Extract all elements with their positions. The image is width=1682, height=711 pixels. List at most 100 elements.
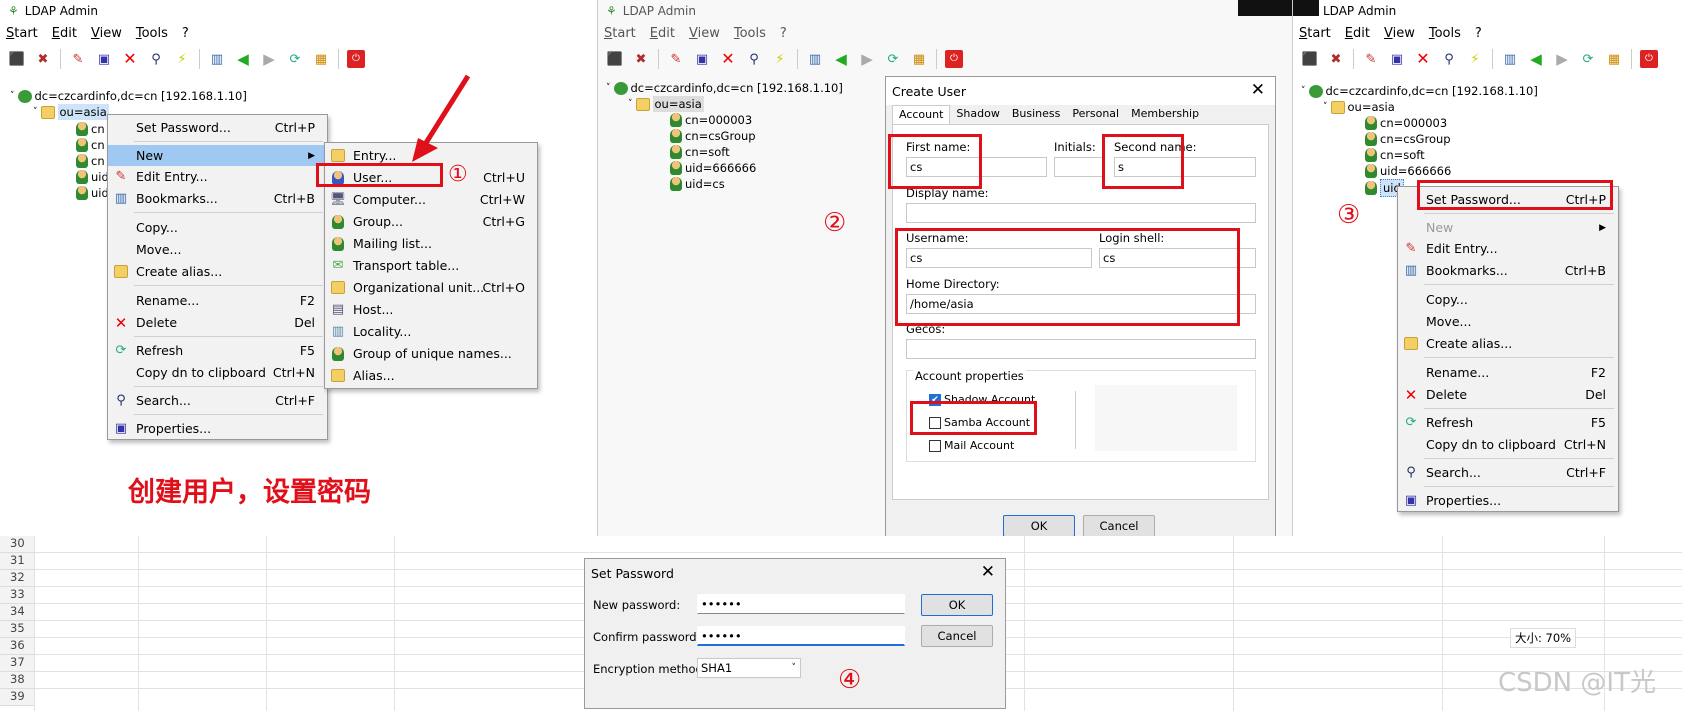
expand-icon[interactable]: ˅	[606, 80, 611, 96]
cancel-button[interactable]: Cancel	[1083, 515, 1155, 536]
cancel-button[interactable]: Cancel	[921, 625, 993, 647]
ok-button[interactable]: OK	[921, 594, 993, 616]
refresh-icon[interactable]: ⟳	[1579, 50, 1597, 68]
delete-icon[interactable]: ✕	[1414, 50, 1432, 68]
tab-shadow[interactable]: Shadow	[950, 105, 1005, 124]
menu-item-edit-entry[interactable]: ✎ Edit Entry...	[108, 166, 327, 187]
second-name-field[interactable]: s	[1114, 157, 1256, 177]
forward-icon[interactable]: ▶	[1553, 50, 1571, 68]
gecos-field[interactable]	[906, 339, 1256, 359]
menu-tools[interactable]: Tools	[136, 26, 168, 41]
menu-tools[interactable]: Tools	[1429, 26, 1461, 41]
refresh-icon[interactable]: ⟳	[884, 50, 902, 68]
tree-item[interactable]: uid=666666	[1365, 163, 1451, 179]
menu-help[interactable]: ?	[780, 26, 787, 41]
menu-item-copy[interactable]: Copy...	[108, 217, 327, 238]
tree-item[interactable]: cn=soft	[1365, 147, 1425, 163]
menu-item-copy[interactable]: Copy...	[1398, 289, 1618, 310]
back-icon[interactable]: ◀	[234, 50, 252, 68]
connect-icon[interactable]: ⬛	[606, 50, 624, 68]
menu-item-bookmarks[interactable]: ▥ Bookmarks... Ctrl+B	[1398, 260, 1618, 281]
menu-start[interactable]: Start	[6, 26, 38, 41]
menu-item-set-password[interactable]: Set Password... Ctrl+P	[108, 117, 327, 138]
menu-item-delete[interactable]: ✕ Delete Del	[108, 312, 327, 333]
submenu-item-host[interactable]: ▤ Host...	[325, 299, 537, 320]
search-icon[interactable]: ⚲	[745, 50, 763, 68]
power-icon[interactable]: ⏻	[945, 50, 963, 68]
menu-item-copy-dn[interactable]: Copy dn to clipboard Ctrl+N	[1398, 434, 1618, 455]
tree-item[interactable]: cn	[76, 137, 105, 153]
menu-item-new[interactable]: New ▶	[108, 145, 327, 166]
back-icon[interactable]: ◀	[832, 50, 850, 68]
confirm-password-field[interactable]: ••••••	[697, 626, 905, 646]
menu-item-delete[interactable]: ✕ Delete Del	[1398, 384, 1618, 405]
menu-item-properties[interactable]: ▣ Properties...	[108, 418, 327, 439]
ok-button[interactable]: OK	[1003, 515, 1075, 536]
menu-help[interactable]: ?	[182, 26, 189, 41]
menu-edit[interactable]: Edit	[650, 26, 675, 41]
tree-item[interactable]: cn	[76, 153, 105, 169]
back-icon[interactable]: ◀	[1527, 50, 1545, 68]
close-icon[interactable]: ✕	[981, 562, 995, 582]
power-icon[interactable]: ⏻	[1640, 50, 1658, 68]
tree-item[interactable]: cn=000003	[1365, 115, 1447, 131]
expand-icon[interactable]: ˅	[33, 104, 38, 120]
menu-view[interactable]: View	[689, 26, 720, 41]
schema-icon[interactable]: ▦	[1605, 50, 1623, 68]
menu-view[interactable]: View	[91, 26, 122, 41]
tree-item[interactable]: cn=soft	[670, 144, 730, 160]
menu-item-search[interactable]: ⚲ Search... Ctrl+F	[108, 390, 327, 411]
lightning-icon[interactable]: ⚡	[771, 50, 789, 68]
row-header[interactable]: 38	[0, 672, 34, 689]
expand-icon[interactable]: ˅	[1301, 83, 1306, 99]
row-header[interactable]: 32	[0, 570, 34, 587]
row-header[interactable]: 36	[0, 638, 34, 655]
tree-item[interactable]: cn=csGroup	[1365, 131, 1451, 147]
shadow-account-checkbox[interactable]: ✔ Shadow Account	[929, 393, 1035, 406]
disconnect-icon[interactable]: ✖	[632, 50, 650, 68]
home-directory-field[interactable]: /home/asia	[906, 294, 1256, 314]
first-name-field[interactable]: cs	[906, 157, 1047, 177]
tree-item[interactable]: uid	[76, 169, 109, 185]
menu-edit[interactable]: Edit	[52, 26, 77, 41]
menu-tools[interactable]: Tools	[734, 26, 766, 41]
submenu-item-locality[interactable]: ▥ Locality...	[325, 321, 537, 342]
submenu-item-ou[interactable]: Organizational unit... Ctrl+O	[325, 277, 537, 298]
mail-account-checkbox[interactable]: Mail Account	[929, 439, 1014, 452]
menu-item-move[interactable]: Move...	[1398, 311, 1618, 332]
tree-ou[interactable]: ˅ ou=asia	[628, 96, 704, 112]
properties-icon[interactable]: ▣	[95, 50, 113, 68]
login-shell-field[interactable]: cs	[1099, 248, 1256, 268]
encryption-method-select[interactable]: SHA1 ˅	[697, 658, 801, 678]
forward-icon[interactable]: ▶	[858, 50, 876, 68]
edit-icon[interactable]: ✎	[1362, 50, 1380, 68]
menu-item-bookmarks[interactable]: ▥ Bookmarks... Ctrl+B	[108, 188, 327, 209]
refresh-icon[interactable]: ⟳	[286, 50, 304, 68]
tree-ou[interactable]: ˅ ou=asia	[33, 104, 109, 120]
tree-item[interactable]: cn=000003	[670, 112, 752, 128]
row-header[interactable]: 39	[0, 689, 34, 706]
delete-icon[interactable]: ✕	[719, 50, 737, 68]
submenu-item-group-unique[interactable]: Group of unique names...	[325, 343, 537, 364]
row-header[interactable]: 33	[0, 587, 34, 604]
tree-item[interactable]: uid=666666	[670, 160, 756, 176]
tree-item[interactable]: uid=cs	[670, 176, 725, 192]
lightning-icon[interactable]: ⚡	[173, 50, 191, 68]
properties-icon[interactable]: ▣	[1388, 50, 1406, 68]
menu-item-create-alias[interactable]: Create alias...	[108, 261, 327, 282]
connect-icon[interactable]: ⬛	[8, 50, 26, 68]
row-header[interactable]: 35	[0, 621, 34, 638]
properties-icon[interactable]: ▣	[693, 50, 711, 68]
delete-icon[interactable]: ✕	[121, 50, 139, 68]
tree-ou[interactable]: ˅ ou=asia	[1323, 99, 1395, 115]
row-header[interactable]: 30	[0, 536, 34, 553]
menu-item-search[interactable]: ⚲ Search... Ctrl+F	[1398, 462, 1618, 483]
menu-item-set-password[interactable]: Set Password... Ctrl+P	[1398, 189, 1618, 210]
initials-field[interactable]	[1054, 157, 1105, 177]
row-header[interactable]: 37	[0, 655, 34, 672]
tree-root[interactable]: ˅ dc=czcardinfo,dc=cn [192.168.1.10]	[1301, 83, 1538, 99]
submenu-item-mailing-list[interactable]: Mailing list...	[325, 233, 537, 254]
bookmarks-icon[interactable]: ▥	[1501, 50, 1519, 68]
search-icon[interactable]: ⚲	[147, 50, 165, 68]
bookmarks-icon[interactable]: ▥	[806, 50, 824, 68]
